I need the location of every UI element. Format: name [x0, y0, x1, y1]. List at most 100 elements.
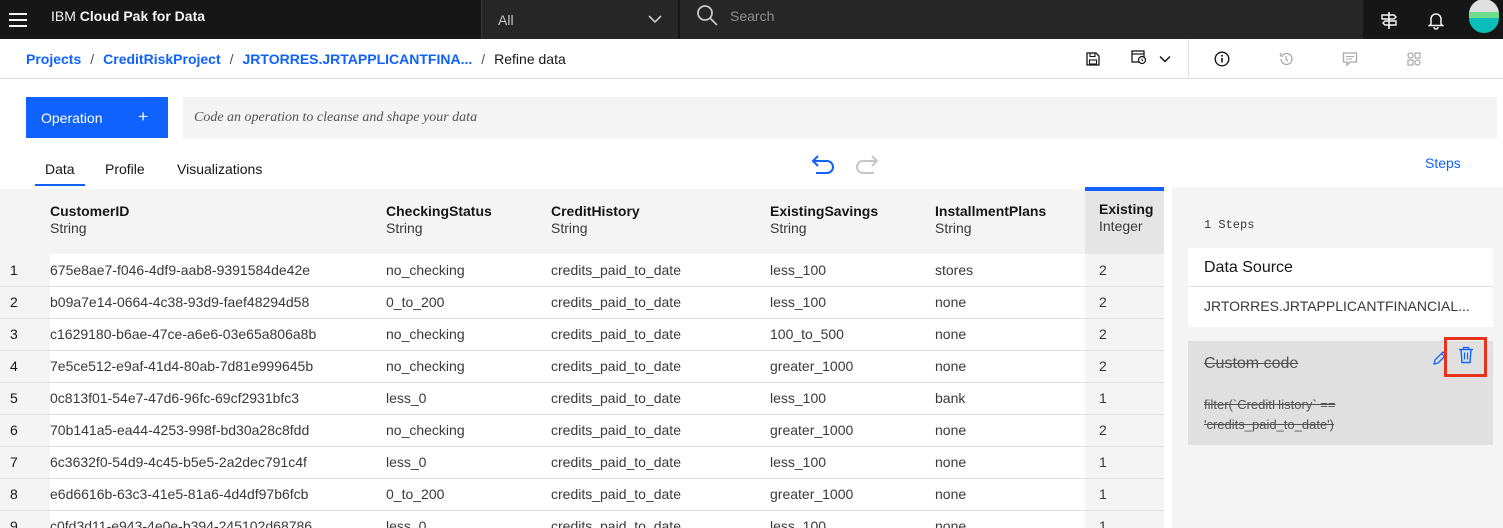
table-cell[interactable]: less_0: [386, 382, 551, 415]
table-cell[interactable]: credits_paid_to_date: [551, 510, 770, 528]
step-data-source[interactable]: Data Source JRTORRES.JRTAPPLICANTFINANCI…: [1188, 248, 1493, 327]
save-icon[interactable]: [1083, 39, 1103, 79]
column-header-selected[interactable]: Existing Integer: [1085, 187, 1164, 254]
table-cell[interactable]: 0_to_200: [386, 286, 551, 319]
table-cell[interactable]: 70b141a5-ea44-4253-998f-bd30a28c8fdd: [50, 414, 386, 447]
breadcrumb: Projects / CreditRiskProject / JRTORRES.…: [26, 39, 566, 79]
table-cell[interactable]: none: [935, 286, 1085, 319]
breadcrumb-project[interactable]: CreditRiskProject: [103, 51, 220, 67]
breadcrumb-projects[interactable]: Projects: [26, 51, 81, 67]
column-header[interactable]: CreditHistory String: [551, 189, 770, 254]
tab-profile[interactable]: Profile: [95, 152, 155, 186]
table-cell[interactable]: none: [935, 318, 1085, 351]
code-operation-input[interactable]: Code an operation to cleanse and shape y…: [183, 97, 1497, 138]
table-cell[interactable]: 1: [1085, 510, 1164, 528]
table-cell[interactable]: none: [935, 446, 1085, 479]
table-cell[interactable]: 2: [1085, 254, 1164, 287]
custom-code-expression: filter(`CreditHistory` == 'credits_paid_…: [1204, 395, 1404, 435]
column-header[interactable]: CheckingStatus String: [386, 189, 551, 254]
column-header[interactable]: CustomerID String: [50, 189, 386, 254]
custom-code-title: Custom code: [1204, 355, 1299, 372]
steps-toggle-link[interactable]: Steps: [1425, 155, 1461, 171]
jobs-menu-button[interactable]: [1128, 39, 1174, 79]
table-cell[interactable]: none: [935, 414, 1085, 447]
comments-icon[interactable]: [1340, 39, 1360, 79]
table-cell[interactable]: 0c813f01-54e7-47d6-96fc-69cf2931bfc3: [50, 382, 386, 415]
table-cell[interactable]: greater_1000: [770, 478, 935, 511]
table-cell[interactable]: 675e8ae7-f046-4df9-aab8-9391584de42e: [50, 254, 386, 287]
table-cell[interactable]: greater_1000: [770, 414, 935, 447]
settings-adjust-icon[interactable]: [1404, 39, 1424, 79]
table-cell[interactable]: credits_paid_to_date: [551, 414, 770, 447]
delete-step-button[interactable]: [1444, 337, 1487, 377]
table-cell[interactable]: credits_paid_to_date: [551, 350, 770, 383]
table-cell[interactable]: credits_paid_to_date: [551, 318, 770, 351]
product-brand[interactable]: IBM Cloud Pak for Data: [51, 0, 205, 39]
table-cell[interactable]: 6c3632f0-54d9-4c45-b5e5-2a2dec791c4f: [50, 446, 386, 479]
table-cell[interactable]: 2: [1085, 414, 1164, 447]
column-name: CreditHistory: [551, 203, 640, 219]
column-name: CustomerID: [50, 203, 130, 219]
search-scope-dropdown[interactable]: All: [481, 0, 678, 39]
table-cell[interactable]: stores: [935, 254, 1085, 287]
table-cell[interactable]: credits_paid_to_date: [551, 254, 770, 287]
table-cell[interactable]: none: [935, 350, 1085, 383]
table-cell[interactable]: c1629180-b6ae-47ce-a6e6-03e65a806a8b: [50, 318, 386, 351]
table-row: 2 b09a7e14-0664-4c38-93d9-faef48294d58 0_t…: [0, 286, 1164, 319]
table-cell[interactable]: none: [935, 478, 1085, 511]
table-cell[interactable]: credits_paid_to_date: [551, 446, 770, 479]
table-cell[interactable]: less_0: [386, 510, 551, 528]
history-icon[interactable]: [1276, 39, 1296, 79]
redo-icon[interactable]: [853, 153, 881, 180]
page-title: Refine data: [494, 51, 566, 67]
signpost-icon[interactable]: [1366, 0, 1412, 39]
operation-button[interactable]: Operation +: [26, 97, 168, 138]
column-header[interactable]: ExistingSavings String: [770, 189, 935, 254]
table-cell[interactable]: none: [935, 510, 1085, 528]
table-cell[interactable]: c0fd3d11-e943-4e0e-b394-245102d68786: [50, 510, 386, 528]
table-cell[interactable]: no_checking: [386, 254, 551, 287]
table-cell[interactable]: credits_paid_to_date: [551, 478, 770, 511]
table-cell[interactable]: no_checking: [386, 350, 551, 383]
tab-data[interactable]: Data: [35, 152, 85, 186]
table-cell[interactable]: less_100: [770, 446, 935, 479]
table-cell[interactable]: less_100: [770, 286, 935, 319]
table-row: 8 e6d6616b-63c3-41e5-81a6-4d4df97b6fcb 0_t…: [0, 478, 1164, 511]
table-cell[interactable]: no_checking: [386, 414, 551, 447]
table-cell[interactable]: 1: [1085, 478, 1164, 511]
table-cell[interactable]: less_100: [770, 382, 935, 415]
column-name: InstallmentPlans: [935, 203, 1047, 219]
table-cell[interactable]: no_checking: [386, 318, 551, 351]
tab-visualizations[interactable]: Visualizations: [167, 152, 272, 186]
table-cell[interactable]: 100_to_500: [770, 318, 935, 351]
row-number: 9: [0, 510, 50, 528]
table-cell[interactable]: 1: [1085, 446, 1164, 479]
table-cell[interactable]: less_100: [770, 510, 935, 528]
column-type: Integer: [1099, 218, 1143, 234]
search-input[interactable]: [730, 5, 1330, 27]
table-cell[interactable]: 0_to_200: [386, 478, 551, 511]
breadcrumb-asset[interactable]: JRTORRES.JRTAPPLICANTFINA...: [243, 51, 473, 67]
notification-bell-icon[interactable]: [1413, 0, 1459, 39]
table-cell[interactable]: less_100: [770, 254, 935, 287]
custom-code-line: filter(`CreditHistory` ==: [1204, 397, 1336, 412]
table-cell[interactable]: 2: [1085, 350, 1164, 383]
undo-icon[interactable]: [809, 153, 837, 180]
hamburger-menu-icon[interactable]: [0, 0, 36, 39]
column-header[interactable]: InstallmentPlans String: [935, 189, 1085, 254]
info-icon[interactable]: [1212, 39, 1232, 79]
table-cell[interactable]: b09a7e14-0664-4c38-93d9-faef48294d58: [50, 286, 386, 319]
table-cell[interactable]: less_0: [386, 446, 551, 479]
table-cell[interactable]: credits_paid_to_date: [551, 382, 770, 415]
table-cell[interactable]: greater_1000: [770, 350, 935, 383]
table-row: 5 0c813f01-54e7-47d6-96fc-69cf2931bfc3 les…: [0, 382, 1164, 415]
custom-code-line: 'credits_paid_to_date'): [1204, 417, 1334, 432]
table-cell[interactable]: bank: [935, 382, 1085, 415]
table-cell[interactable]: credits_paid_to_date: [551, 286, 770, 319]
user-avatar[interactable]: [1466, 0, 1503, 33]
table-cell[interactable]: 2: [1085, 318, 1164, 351]
table-cell[interactable]: 1: [1085, 382, 1164, 415]
table-cell[interactable]: e6d6616b-63c3-41e5-81a6-4d4df97b6fcb: [50, 478, 386, 511]
table-cell[interactable]: 2: [1085, 286, 1164, 319]
table-cell[interactable]: 7e5ce512-e9af-41d4-80ab-7d81e999645b: [50, 350, 386, 383]
